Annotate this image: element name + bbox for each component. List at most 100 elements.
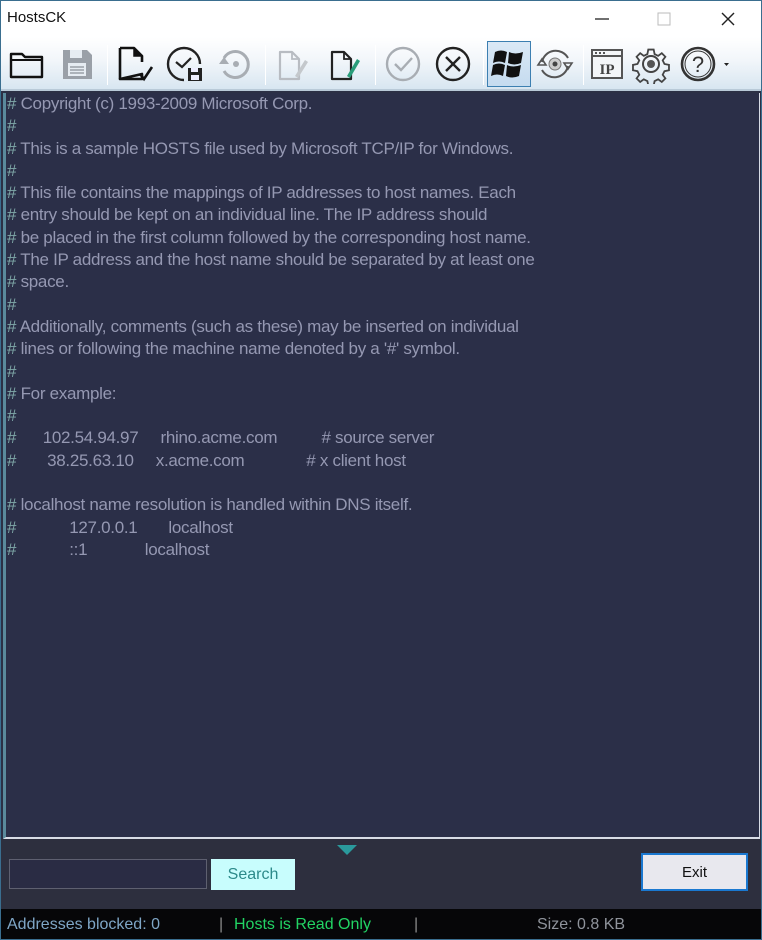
app-window: HostsCK IP ? # Copyright (c) 1993-2009 M…: [0, 0, 762, 940]
editor-line: #: [6, 294, 759, 316]
minimize-button[interactable]: [579, 1, 625, 37]
apply-button[interactable]: [381, 41, 425, 87]
editor-line: # lines or following the machine name de…: [6, 338, 759, 360]
editor-line: #: [6, 160, 759, 182]
status-separator: |: [414, 916, 419, 933]
gear-icon: [632, 48, 670, 84]
editor-line: # localhost name resolution is handled w…: [6, 494, 759, 516]
editor-line: # 102.54.94.97 rhino.acme.com # source s…: [6, 427, 759, 449]
status-separator: |: [219, 916, 224, 933]
close-icon: [721, 12, 735, 26]
line-text: space.: [16, 272, 70, 292]
editor-line: #: [6, 405, 759, 427]
line-text: entry should be kept on an individual li…: [16, 205, 488, 225]
editor-line: # This file contains the mappings of IP …: [6, 182, 759, 204]
toolbar: IP ?: [1, 37, 761, 91]
line-text: The IP address and the host name should …: [16, 250, 535, 270]
folder-icon: [9, 52, 44, 79]
search-button[interactable]: Search: [211, 859, 295, 890]
collapse-arrow-icon[interactable]: [337, 845, 357, 855]
file-size-status: Size: 0.8 KB: [537, 916, 626, 933]
comment-marker: #: [7, 138, 17, 158]
open-file-button[interactable]: [5, 41, 49, 87]
line-text: For example:: [16, 383, 117, 403]
check-document-button[interactable]: [113, 41, 157, 87]
restore-icon: [219, 50, 250, 79]
dropdown-caret-icon: [724, 63, 729, 66]
comment-marker: #: [7, 227, 17, 247]
help-button[interactable]: ?: [677, 41, 733, 87]
ip-info-button[interactable]: IP: [585, 41, 629, 87]
comment-marker: #: [7, 294, 17, 314]
line-text: Copyright (c) 1993-2009 Microsoft Corp.: [16, 94, 313, 113]
line-text: 127.0.0.1 localhost: [16, 517, 233, 537]
document-edit-icon: [278, 50, 308, 81]
editor-line: # space.: [6, 271, 759, 293]
windows-logo-icon: [491, 50, 523, 78]
editor-line: # This is a sample HOSTS file used by Mi…: [6, 138, 759, 160]
editor-line: # entry should be kept on an individual …: [6, 204, 759, 226]
rotate-disc-icon: [536, 49, 574, 79]
close-button[interactable]: [705, 1, 751, 37]
comment-marker: #: [7, 160, 17, 180]
editor-line: # The IP address and the host name shoul…: [6, 249, 759, 271]
addresses-blocked-status: Addresses blocked: 0: [7, 916, 160, 933]
question-circle-icon: ?: [680, 46, 729, 82]
hosts-editor[interactable]: # Copyright (c) 1993-2009 Microsoft Corp…: [3, 93, 760, 839]
comment-marker: #: [7, 205, 17, 225]
check-circle-icon: [385, 46, 421, 82]
windows-button[interactable]: [487, 41, 531, 87]
exit-button[interactable]: Exit: [641, 853, 748, 891]
maximize-button[interactable]: [641, 1, 687, 37]
document-check-icon: [118, 46, 154, 82]
document-pencil-icon: [330, 50, 360, 81]
editor-line: # For example:: [6, 383, 759, 405]
toolbar-separator: [107, 45, 108, 85]
comment-marker: #: [7, 183, 17, 203]
save-button[interactable]: [55, 41, 99, 87]
comment-marker: #: [7, 250, 17, 270]
read-only-status: Hosts is Read Only: [234, 916, 371, 933]
comment-marker: #: [7, 272, 17, 292]
comment-marker: #: [7, 383, 17, 403]
comment-marker: #: [7, 495, 17, 515]
floppy-disk-icon: [63, 50, 92, 79]
line-text: Additionally, comments (such as these) m…: [16, 316, 519, 336]
toolbar-separator: [265, 45, 266, 85]
editor-line: #: [6, 361, 759, 383]
status-bar: Addresses blocked: 0 | Hosts is Read Onl…: [1, 909, 761, 939]
edit-disabled-button[interactable]: [271, 41, 315, 87]
search-input[interactable]: [9, 859, 207, 889]
refresh-dns-button[interactable]: [533, 41, 577, 87]
comment-marker: #: [7, 450, 17, 470]
editor-line: #: [6, 115, 759, 137]
title-bar: HostsCK: [1, 1, 761, 37]
bottom-panel: Search Exit: [1, 839, 761, 909]
settings-button[interactable]: [629, 41, 673, 87]
line-text: 38.25.63.10 x.acme.com # x client host: [16, 450, 406, 470]
comment-marker: #: [7, 116, 17, 136]
scheduled-backup-button[interactable]: [163, 41, 207, 87]
svg-text:IP: IP: [600, 62, 615, 78]
clock-save-icon: [166, 46, 202, 82]
line-text: ::1 localhost: [16, 539, 210, 559]
cancel-button[interactable]: [431, 41, 475, 87]
window-title: HostsCK: [7, 9, 67, 26]
comment-marker: #: [7, 94, 17, 113]
svg-text:?: ?: [692, 52, 704, 77]
comment-marker: #: [7, 517, 17, 537]
restore-button[interactable]: [213, 41, 257, 87]
comment-marker: #: [7, 539, 17, 559]
ip-window-icon: IP: [591, 49, 623, 79]
edit-button[interactable]: [323, 41, 367, 87]
editor-line: # 127.0.0.1 localhost: [6, 517, 759, 539]
editor-line: # ::1 localhost: [6, 539, 759, 561]
line-text: This is a sample HOSTS file used by Micr…: [16, 138, 514, 158]
x-circle-icon: [435, 46, 471, 82]
comment-marker: #: [7, 339, 17, 359]
line-text: This file contains the mappings of IP ad…: [16, 183, 516, 203]
line-text: 102.54.94.97 rhino.acme.com # source ser…: [16, 428, 435, 448]
comment-marker: #: [7, 428, 17, 448]
editor-line: # Copyright (c) 1993-2009 Microsoft Corp…: [6, 93, 759, 115]
